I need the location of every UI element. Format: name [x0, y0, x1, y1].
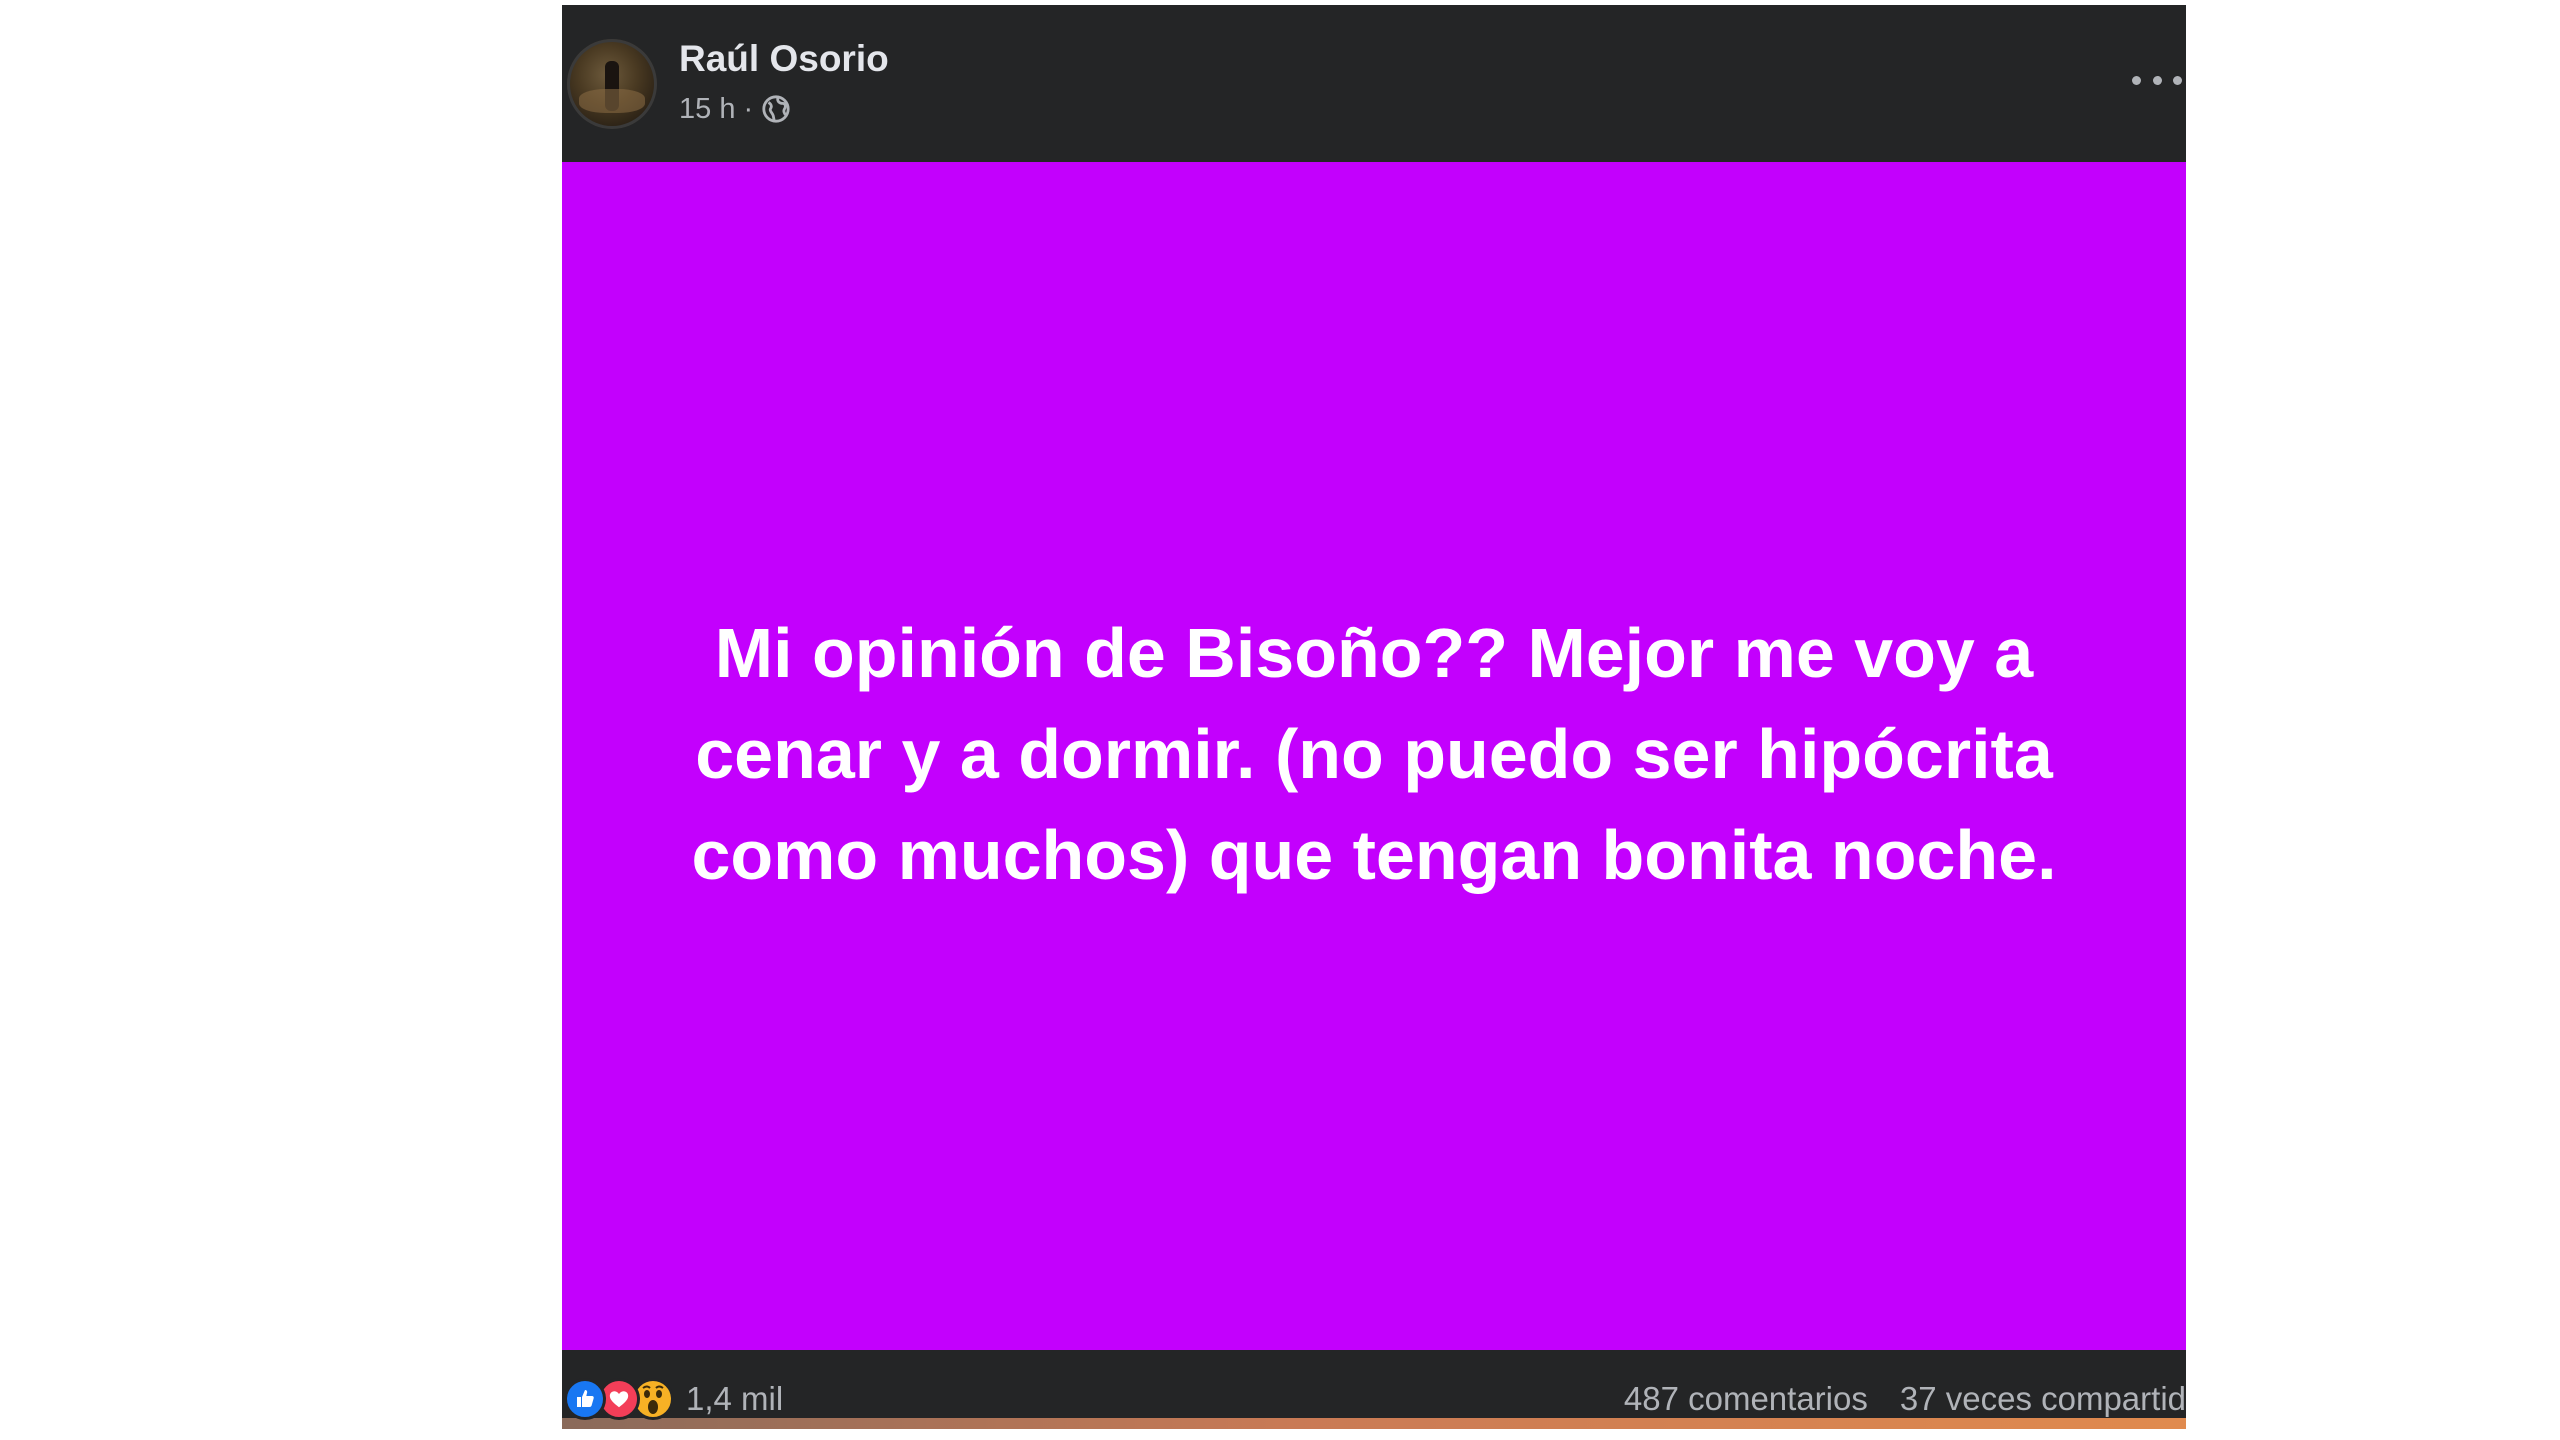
post-content[interactable]: Mi opinión de Bisoño?? Mejor me voy a ce…: [562, 162, 2186, 1350]
more-options-button[interactable]: [2132, 65, 2182, 95]
post-stats: 487 comentarios 37 veces compartid: [1624, 1380, 2186, 1418]
facebook-post: Raúl Osorio 15 h · Mi opinión de Bisoño?…: [562, 5, 2186, 1429]
post-text: Mi opinión de Bisoño?? Mejor me voy a ce…: [691, 614, 2057, 894]
post-header: Raúl Osorio 15 h ·: [562, 5, 2186, 162]
reaction-count[interactable]: 1,4 mil: [686, 1380, 783, 1418]
reactions-summary[interactable]: 1,4 mil: [564, 1376, 783, 1422]
author-name[interactable]: Raúl Osorio: [679, 38, 889, 80]
comments-count[interactable]: 487 comentarios: [1624, 1380, 1868, 1418]
meta-separator: ·: [743, 92, 754, 125]
post-footer: 1,4 mil 487 comentarios 37 veces compart…: [562, 1350, 2186, 1420]
shares-count[interactable]: 37 veces compartid: [1900, 1380, 2186, 1418]
author-avatar[interactable]: [567, 39, 657, 129]
post-meta: 15 h ·: [679, 91, 791, 127]
more-options-icon: [2132, 75, 2141, 85]
more-options-dot: [2173, 75, 2182, 85]
globe-icon[interactable]: [761, 94, 791, 124]
post-time[interactable]: 15 h: [679, 93, 735, 126]
bottom-strip: [562, 1418, 2186, 1429]
like-icon: [564, 1378, 606, 1420]
more-options-dot: [2152, 75, 2162, 85]
